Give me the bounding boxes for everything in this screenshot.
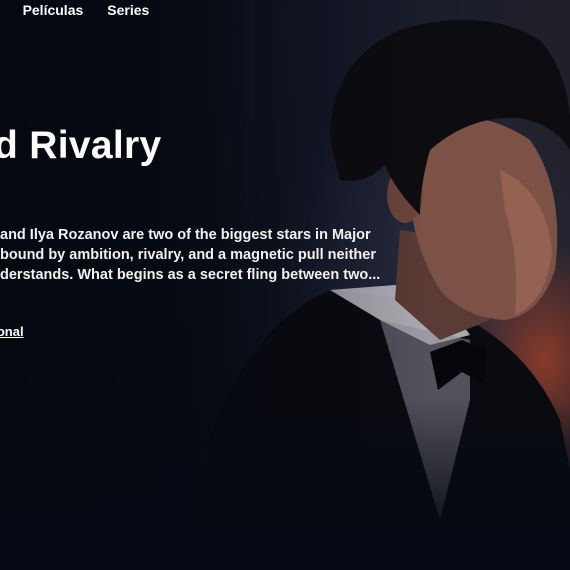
synopsis-line: derstands. What begins as a secret fling… — [0, 267, 381, 283]
hero-background — [0, 0, 570, 570]
nav-item-series[interactable]: Series — [107, 2, 149, 18]
hero-synopsis: and Ilya Rozanov are two of the biggest … — [0, 225, 430, 285]
additional-info-link[interactable]: cional — [0, 324, 24, 339]
synopsis-line: bound by ambition, rivalry, and a magnet… — [0, 247, 376, 263]
hero-bottom-gradient — [0, 0, 570, 570]
top-navigation: o Películas Series — [0, 0, 150, 20]
synopsis-line: and Ilya Rozanov are two of the biggest … — [0, 227, 371, 243]
nav-item-peliculas[interactable]: Películas — [23, 2, 84, 18]
hero-title: d Rivalry — [0, 124, 162, 167]
